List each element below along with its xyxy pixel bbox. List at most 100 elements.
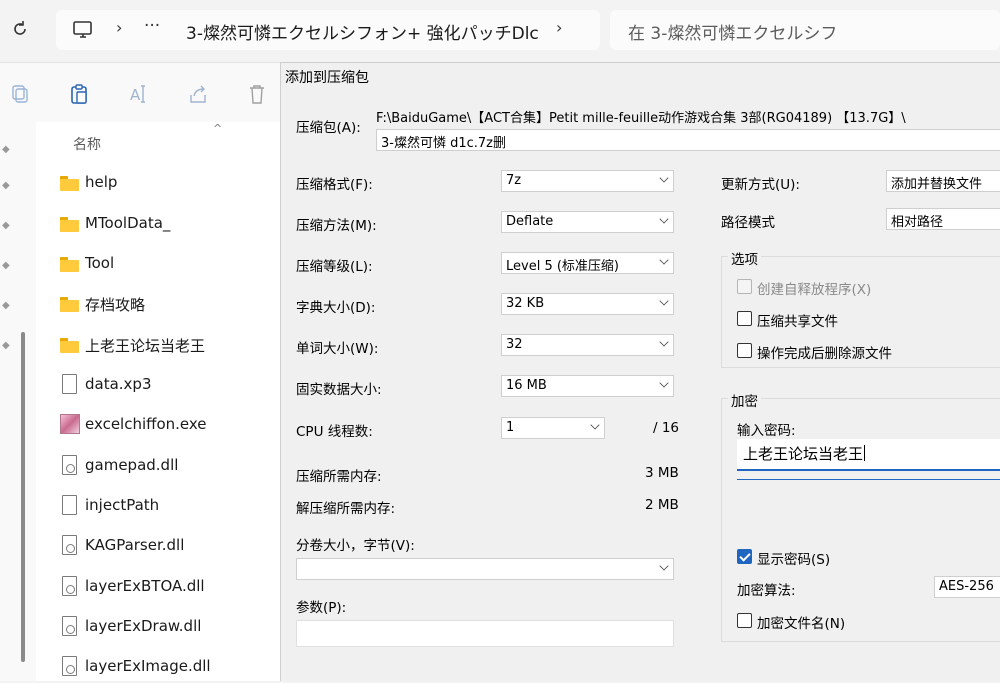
parameters-input[interactable]: [296, 620, 674, 647]
sort-up-icon: ^: [213, 122, 223, 135]
text-cursor: [864, 445, 866, 461]
pin-icon: ◆: [2, 144, 10, 155]
path-mode-select[interactable]: 相对路径: [886, 208, 1000, 230]
navigation-pane-edge: ◆ ◆ ◆ ◆ ◆ ◆: [0, 122, 36, 681]
encryption-method-select[interactable]: AES-256: [934, 576, 1000, 598]
method-label: 压缩方法(M):: [296, 218, 377, 234]
list-item[interactable]: MToolData_: [60, 210, 280, 240]
options-group: 选项 创建自释放程序(X) 压缩共享文件 操作完成后删除源文件: [721, 248, 1000, 368]
computer-icon: [73, 21, 92, 38]
dll-file-icon: [62, 576, 77, 596]
paste-icon[interactable]: [68, 83, 90, 105]
compress-memory-label: 压缩所需内存:: [296, 469, 382, 485]
dialog-title: 添加到压缩包: [285, 70, 369, 86]
copy-icon[interactable]: [10, 83, 32, 105]
folder-icon: [60, 176, 79, 191]
format-select[interactable]: 7z: [501, 170, 674, 192]
dll-file-icon: [62, 616, 77, 636]
path-mode-label: 路径模式: [721, 215, 775, 231]
list-item[interactable]: Tool: [60, 250, 280, 280]
dictionary-label: 字典大小(D):: [296, 300, 376, 316]
app-icon: [60, 414, 80, 434]
sfx-checkbox[interactable]: [737, 279, 752, 294]
dll-file-icon: [62, 535, 77, 555]
format-label: 压缩格式(F):: [296, 177, 373, 193]
encryption-group-title: 加密: [728, 390, 761, 410]
parameters-label: 参数(P):: [296, 600, 347, 616]
list-item[interactable]: layerExBTOA.dll: [60, 573, 280, 603]
folder-icon: [60, 338, 79, 353]
navigation-scrollbar[interactable]: [21, 332, 25, 662]
archive-path: F:\BaiduGame\【ACT合集】Petit mille-feuille动…: [376, 111, 906, 126]
search-placeholder: 在 3-燦然可憐エクセルシフ: [628, 24, 838, 44]
encryption-group: 加密 输入密码: 上老王论坛当老王 显示密码(S) 加密算法: AES-256 …: [721, 390, 1000, 642]
list-item[interactable]: help: [60, 169, 280, 199]
list-item[interactable]: 上老王论坛当老王: [60, 331, 280, 361]
share-icon[interactable]: [187, 83, 209, 105]
method-select[interactable]: Deflate: [501, 211, 674, 233]
list-item[interactable]: gamepad.dll: [60, 452, 280, 482]
word-size-select[interactable]: 32: [501, 334, 674, 356]
explorer-toolbar: A: [0, 62, 280, 122]
solid-size-select[interactable]: 16 MB: [501, 375, 674, 397]
list-item[interactable]: layerExImage.dll: [60, 653, 280, 683]
pin-icon: ◆: [2, 260, 10, 271]
options-group-title: 选项: [728, 248, 761, 268]
chevron-right-icon[interactable]: ›: [556, 18, 562, 37]
breadcrumb-bar[interactable]: › ··· 3-燦然可憐エクセルシフォン+ 強化パッチDlc ›: [56, 10, 600, 50]
svg-text:A: A: [130, 86, 141, 104]
volume-size-label: 分卷大小，字节(V):: [296, 538, 415, 554]
show-password-checkbox[interactable]: [737, 549, 752, 564]
column-header-name[interactable]: 名称: [73, 134, 101, 154]
list-item[interactable]: injectPath: [60, 492, 280, 522]
breadcrumb-more-button[interactable]: ···: [144, 16, 160, 36]
volume-size-select[interactable]: [296, 558, 674, 580]
password-text: 上老王论坛当老王: [743, 445, 866, 463]
show-password-label: 显示密码(S): [757, 552, 831, 568]
file-icon: [62, 374, 77, 394]
chevron-down-icon: [659, 214, 669, 224]
chevron-down-icon: [590, 420, 600, 430]
shared-files-checkbox[interactable]: [737, 311, 752, 326]
decompress-memory-label: 解压缩所需内存:: [296, 501, 396, 517]
word-size-label: 单词大小(W):: [296, 341, 379, 357]
shared-files-label: 压缩共享文件: [757, 314, 838, 330]
dictionary-select[interactable]: 32 KB: [501, 293, 674, 315]
cpu-threads-select[interactable]: 1: [501, 417, 605, 439]
decompress-memory-value: 2 MB: [645, 497, 679, 513]
chevron-down-icon: [659, 337, 669, 347]
dll-file-icon: [62, 656, 77, 676]
dll-file-icon: [62, 455, 77, 475]
password-label: 输入密码:: [737, 423, 796, 439]
delete-icon[interactable]: [246, 83, 268, 105]
delete-after-checkbox[interactable]: [737, 343, 752, 358]
chevron-down-icon: [659, 561, 669, 571]
solid-size-label: 固实数据大小:: [296, 382, 382, 398]
chevron-down-icon: [659, 255, 669, 265]
sfx-label: 创建自释放程序(X): [757, 282, 872, 298]
refresh-icon[interactable]: [11, 20, 29, 38]
encryption-method-label: 加密算法:: [737, 583, 796, 599]
cpu-threads-label: CPU 线程数:: [296, 424, 373, 440]
archive-name-input[interactable]: 3-燦然可憐 d1c.7z删: [376, 129, 1000, 151]
rename-icon[interactable]: A: [128, 83, 150, 105]
list-item[interactable]: 存档攻略: [60, 290, 280, 320]
folder-icon: [60, 297, 79, 312]
file-icon: [62, 495, 77, 515]
breadcrumb-current[interactable]: 3-燦然可憐エクセルシフォン+ 強化パッチDlc: [186, 19, 539, 44]
compress-memory-value: 3 MB: [645, 465, 679, 481]
list-item[interactable]: KAGParser.dll: [60, 532, 280, 562]
password-input[interactable]: 上老王论坛当老王: [737, 439, 1000, 471]
search-box[interactable]: 在 3-燦然可憐エクセルシフ: [610, 10, 1000, 50]
encrypt-names-checkbox[interactable]: [737, 613, 752, 628]
file-list-pane: ◆ ◆ ◆ ◆ ◆ ◆ 名称 ^ help MToolData_ Tool 存档…: [0, 122, 280, 681]
list-item[interactable]: data.xp3: [60, 371, 280, 401]
update-mode-select[interactable]: 添加并替换文件: [886, 170, 1000, 192]
cpu-threads-max: / 16: [653, 420, 680, 436]
list-item[interactable]: excelchiffon.exe: [60, 411, 280, 441]
level-label: 压缩等级(L):: [296, 259, 373, 275]
pin-icon: ◆: [2, 340, 10, 351]
level-select[interactable]: Level 5 (标准压缩): [501, 252, 674, 274]
chevron-down-icon: [659, 378, 669, 388]
list-item[interactable]: layerExDraw.dll: [60, 613, 280, 643]
